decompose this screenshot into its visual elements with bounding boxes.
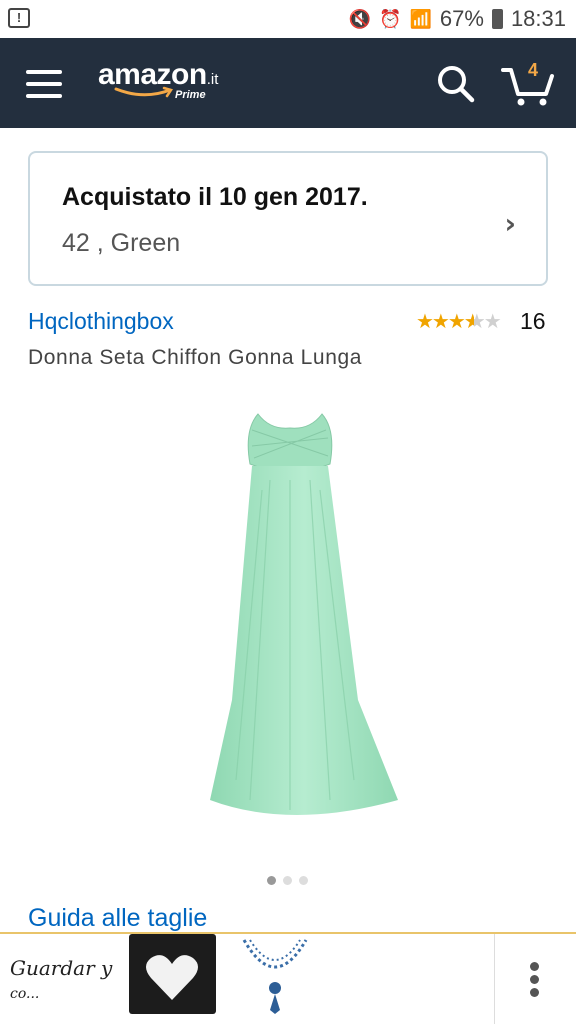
top-nav-bar: amazon.it Prime 4 <box>0 38 576 128</box>
necklace-icon <box>242 939 308 1014</box>
star-rating[interactable]: ★★★★★★ <box>416 309 502 334</box>
order-size-color: 42 , Green <box>62 229 181 257</box>
image-pager-dots[interactable] <box>267 876 308 885</box>
status-bar: ! 🔇 ⏰ 📶 67% 18:31 <box>0 0 576 38</box>
search-icon[interactable] <box>436 64 476 104</box>
amazon-logo[interactable]: amazon.it Prime <box>98 58 248 108</box>
more-options-icon[interactable] <box>530 962 542 1002</box>
order-history-card[interactable]: Acquistato il 10 gen 2017. 42 , Green › <box>28 151 548 286</box>
product-title: Donna Seta Chiffon Gonna Lunga <box>28 346 363 369</box>
star-empty-icon: ★ <box>483 311 502 333</box>
clock: 18:31 <box>510 6 566 31</box>
star-empty-icon: ★ <box>473 311 484 333</box>
brand-link[interactable]: Hqclothingbox <box>28 308 174 335</box>
size-guide-link[interactable]: Guida alle taglie <box>28 904 207 933</box>
star-full-icon: ★★★ <box>416 311 466 333</box>
alert-icon: ! <box>8 8 30 28</box>
divider <box>494 934 495 1024</box>
wifi-icon: 📶 <box>409 8 432 29</box>
logo-tld: .it <box>206 71 219 88</box>
mute-icon: 🔇 <box>348 8 372 29</box>
battery-icon <box>491 9 503 29</box>
smile-arrow-icon <box>114 86 173 98</box>
order-date-title: Acquistato il 10 gen 2017. <box>62 183 368 211</box>
thumbnail-necklace-item[interactable] <box>230 934 320 1018</box>
prime-badge: Prime <box>175 89 206 101</box>
review-count[interactable]: 16 <box>520 308 546 335</box>
status-icons: 🔇 ⏰ 📶 67% 18:31 <box>349 6 566 32</box>
alarm-icon: ⏰ <box>379 8 402 29</box>
recommendation-text: Guardar y <box>10 956 113 980</box>
pager-dot-active[interactable] <box>267 876 276 885</box>
hamburger-menu-icon[interactable] <box>26 70 62 98</box>
product-image-dress[interactable] <box>140 400 440 840</box>
battery-percent: 67% <box>439 6 484 31</box>
star-half-icon: ★ <box>463 311 474 333</box>
pager-dot[interactable] <box>283 876 292 885</box>
cart-count-badge: 4 <box>528 60 539 80</box>
recommendation-subtext: co... <box>10 986 40 1002</box>
bottom-recommendation-bar: Guardar y co... <box>0 932 576 1024</box>
heart-icon <box>146 955 198 1000</box>
thumbnail-heart-item[interactable] <box>129 934 216 1014</box>
pager-dot[interactable] <box>299 876 308 885</box>
chevron-right-icon: › <box>504 207 516 240</box>
cart-button[interactable]: 4 <box>500 60 556 108</box>
